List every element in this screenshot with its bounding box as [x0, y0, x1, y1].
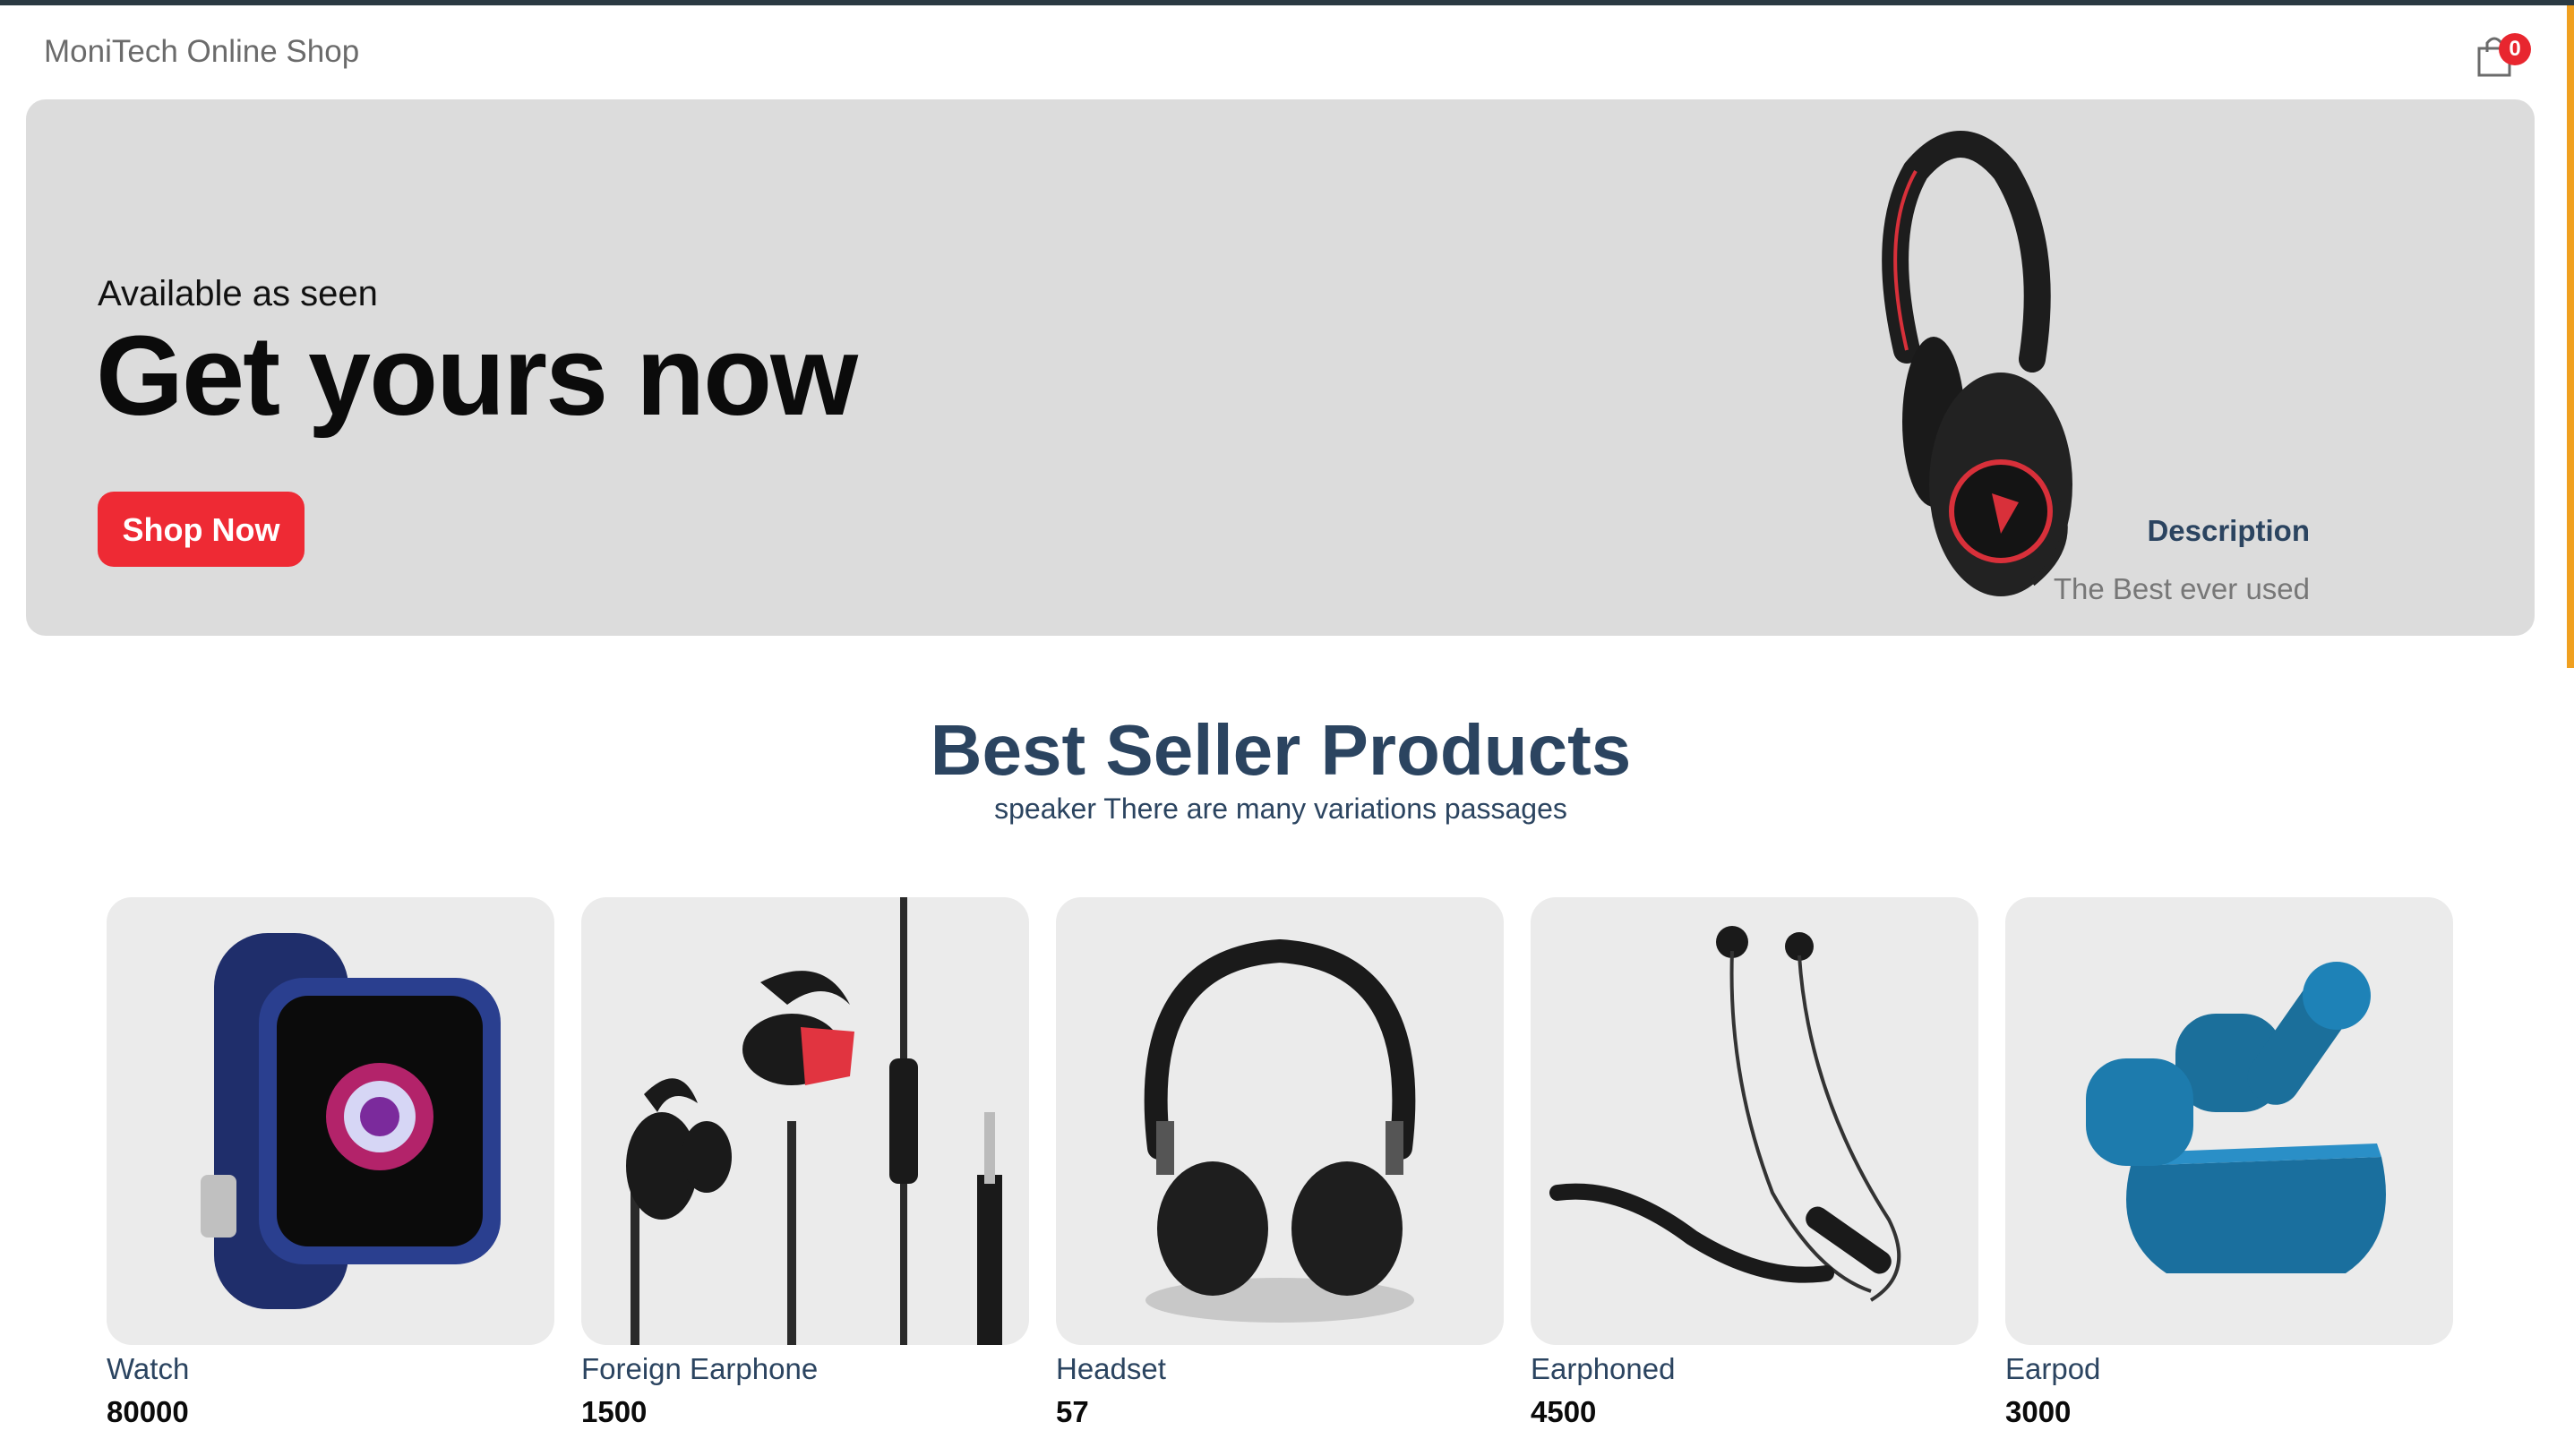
product-price: 4500	[1531, 1395, 1597, 1428]
cart-count-badge: 0	[2499, 33, 2531, 65]
scrollbar-thumb[interactable]	[2567, 5, 2574, 668]
hero-description-text: The Best ever used	[2053, 572, 2310, 605]
product-name[interactable]: Earpod	[2005, 1352, 2100, 1386]
product-name[interactable]: Earphoned	[1531, 1352, 1675, 1386]
product-price: 1500	[581, 1395, 648, 1428]
product-card-earpod[interactable]	[2005, 897, 2453, 1345]
product-card-watch[interactable]	[107, 897, 554, 1345]
product-card-headset[interactable]	[1056, 897, 1504, 1345]
navbar: MoniTech Online Shop	[0, 5, 2561, 98]
product-price: 57	[1056, 1395, 1089, 1428]
product-card-foreign-earphone[interactable]	[581, 897, 1029, 1345]
shop-now-button[interactable]: Shop Now	[98, 492, 305, 567]
hero-title: Get yours now	[96, 313, 858, 439]
product-name[interactable]: Headset	[1056, 1352, 1166, 1386]
neckband-image	[1549, 926, 1901, 1302]
hero-description-title: Description	[2147, 514, 2310, 547]
headset-image	[1144, 938, 1416, 1323]
watch-image	[201, 933, 501, 1309]
earphone-image	[626, 897, 1002, 1345]
product-price: 3000	[2005, 1395, 2072, 1428]
brand-link[interactable]: MoniTech Online Shop	[44, 34, 359, 70]
section-title: Best Seller Products	[930, 710, 1632, 790]
hero-banner: Available as seen Get yours now Shop Now…	[26, 99, 2535, 636]
earpod-image	[2086, 962, 2386, 1273]
section-subtitle: speaker There are many variations passag…	[994, 792, 1567, 825]
product-price: 80000	[107, 1395, 189, 1428]
product-name[interactable]: Foreign Earphone	[581, 1352, 818, 1386]
product-name[interactable]: Watch	[107, 1352, 189, 1386]
product-card-earphoned[interactable]	[1531, 897, 1978, 1345]
hero-subtitle: Available as seen	[98, 274, 378, 313]
hero-headphone-image	[1882, 131, 2072, 596]
